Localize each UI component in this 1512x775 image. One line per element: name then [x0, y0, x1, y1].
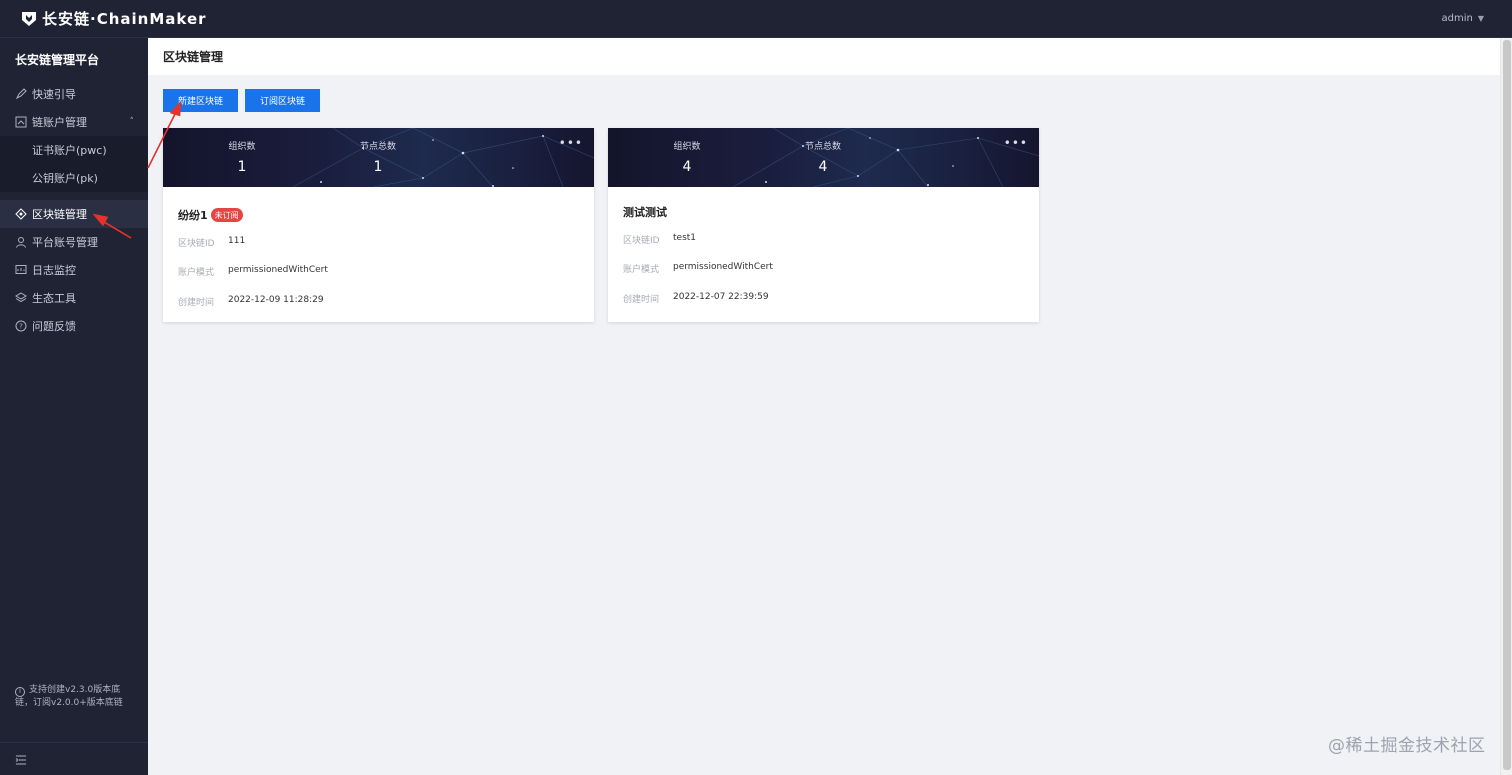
- node-count-label: 节点总数: [804, 142, 841, 152]
- chain-id-row: 区块链ID test1: [623, 233, 696, 246]
- node-count-value: 4: [818, 159, 828, 175]
- chain-id-label: 区块链ID: [623, 236, 660, 246]
- node-count-stat: 节点总数 1: [338, 128, 418, 175]
- sidebar-title: 长安链管理平台: [15, 52, 100, 67]
- sidebar-item-eco-tools[interactable]: 生态工具: [0, 284, 148, 312]
- page-header: 区块链管理: [148, 38, 1500, 75]
- sidebar-item-cert-account[interactable]: 证书账户(pwc): [0, 136, 148, 164]
- info-icon: i: [15, 686, 25, 697]
- org-count-value: 4: [682, 159, 692, 175]
- caret-down-icon: ▼: [1477, 14, 1484, 23]
- sidebar-item-label: 问题反馈: [32, 320, 76, 333]
- card-banner: 组织数 4 节点总数 4 •••: [608, 128, 1039, 187]
- chain-id-value: 111: [228, 236, 246, 246]
- sidebar-item-label: 生态工具: [32, 292, 76, 305]
- sidebar-submenu: 证书账户(pwc) 公钥账户(pk): [0, 136, 148, 192]
- created-time-label: 创建时间: [178, 298, 215, 308]
- chain-id-value: test1: [673, 233, 697, 243]
- chain-name-row: 测试测试: [623, 204, 667, 220]
- chain-name: 纷纷1: [178, 209, 208, 222]
- user-menu[interactable]: admin ▼: [1442, 13, 1485, 24]
- org-count-label: 组织数: [228, 142, 256, 152]
- rocket-icon: [15, 88, 27, 100]
- account-mode-row: 账户模式 permissionedWithCert: [178, 265, 328, 278]
- sidebar-item-label: 链账户管理: [32, 116, 87, 129]
- scrollbar[interactable]: [1500, 38, 1512, 775]
- sidebar-item-chain-accounts[interactable]: 链账户管理 ˄: [0, 108, 148, 136]
- chainmaker-logo-icon: [20, 10, 38, 28]
- account-icon: [15, 116, 27, 128]
- username: admin: [1441, 13, 1473, 24]
- account-mode-value: permissionedWithCert: [673, 262, 773, 272]
- sidebar-item-pk-account[interactable]: 公钥账户(pk): [0, 164, 148, 192]
- node-count-stat: 节点总数 4: [783, 128, 863, 175]
- version-note: i 支持创建v2.3.0版本底链，订阅v2.0.0+版本底链: [15, 684, 135, 710]
- account-mode-label: 账户模式: [178, 268, 215, 278]
- created-time-row: 创建时间 2022-12-09 11:28:29: [178, 295, 324, 308]
- sidebar-item-label: 平台账号管理: [32, 236, 98, 249]
- node-count-value: 1: [373, 159, 383, 175]
- created-time-value: 2022-12-07 22:39:59: [673, 292, 769, 302]
- blockchain-icon: [15, 208, 27, 220]
- org-count-stat: 组织数 4: [647, 128, 727, 175]
- chain-id-label: 区块链ID: [178, 239, 215, 249]
- scrollbar-thumb[interactable]: [1503, 40, 1511, 770]
- org-count-label: 组织数: [673, 142, 701, 152]
- chain-id-row: 区块链ID 111: [178, 236, 245, 249]
- chain-card[interactable]: 组织数 1 节点总数 1 ••• 纷纷1 未订阅 区块链ID 111 账户模式 …: [163, 128, 594, 322]
- created-time-value: 2022-12-09 11:28:29: [228, 295, 324, 305]
- layers-icon: [15, 292, 27, 304]
- sidebar-item-feedback[interactable]: ? 问题反馈: [0, 312, 148, 340]
- version-note-text: 支持创建v2.3.0版本底链，订阅v2.0.0+版本底链: [15, 685, 123, 708]
- status-badge: 未订阅: [210, 208, 243, 222]
- account-mode-row: 账户模式 permissionedWithCert: [623, 262, 773, 275]
- card-banner: 组织数 1 节点总数 1 •••: [163, 128, 594, 187]
- sidebar-item-platform-accounts[interactable]: 平台账号管理: [0, 228, 148, 256]
- annotation-arrows: [92, 100, 182, 239]
- watermark: @稀土掘金技术社区: [1328, 736, 1486, 756]
- chevron-up-icon: ˄: [129, 117, 135, 127]
- top-bar: 长安链·ChainMaker admin ▼: [0, 0, 1512, 38]
- org-count-value: 1: [237, 159, 247, 175]
- sidebar-item-quick-guide[interactable]: 快速引导: [0, 80, 148, 108]
- logo[interactable]: 长安链·ChainMaker: [20, 8, 207, 29]
- sidebar-item-label: 快速引导: [32, 88, 76, 101]
- more-options-icon[interactable]: •••: [1004, 136, 1028, 150]
- subscribe-chain-button[interactable]: 订阅区块链: [245, 89, 320, 112]
- page-title: 区块链管理: [163, 50, 224, 64]
- sidebar: 长安链管理平台 快速引导 链账户管理 ˄ 证书账户(pwc) 公钥账户(pk) …: [0, 38, 148, 775]
- sidebar-collapse-toggle[interactable]: [0, 742, 148, 775]
- node-count-label: 节点总数: [359, 142, 396, 152]
- sidebar-item-label: 区块链管理: [32, 208, 87, 221]
- new-chain-button[interactable]: 新建区块链: [163, 89, 238, 112]
- sidebar-item-blockchain-management[interactable]: 区块链管理: [0, 200, 148, 228]
- created-time-row: 创建时间 2022-12-07 22:39:59: [623, 292, 769, 305]
- user-icon: [15, 236, 27, 248]
- collapse-menu-icon: [15, 750, 27, 769]
- sidebar-item-label: 日志监控: [32, 264, 76, 277]
- question-icon: ?: [15, 320, 27, 332]
- org-count-stat: 组织数 1: [202, 128, 282, 175]
- chain-name-row: 纷纷1 未订阅: [178, 207, 243, 223]
- svg-text:?: ?: [19, 323, 23, 331]
- chain-card[interactable]: 组织数 4 节点总数 4 ••• 测试测试 区块链ID test1 账户模式 p…: [608, 128, 1039, 322]
- logo-text: 长安链·ChainMaker: [42, 10, 207, 28]
- more-options-icon[interactable]: •••: [559, 136, 583, 150]
- sidebar-item-log-monitor[interactable]: 日志监控: [0, 256, 148, 284]
- created-time-label: 创建时间: [623, 295, 660, 305]
- monitor-icon: [15, 264, 27, 276]
- account-mode-value: permissionedWithCert: [228, 265, 328, 275]
- chain-name: 测试测试: [623, 206, 667, 219]
- account-mode-label: 账户模式: [623, 265, 660, 275]
